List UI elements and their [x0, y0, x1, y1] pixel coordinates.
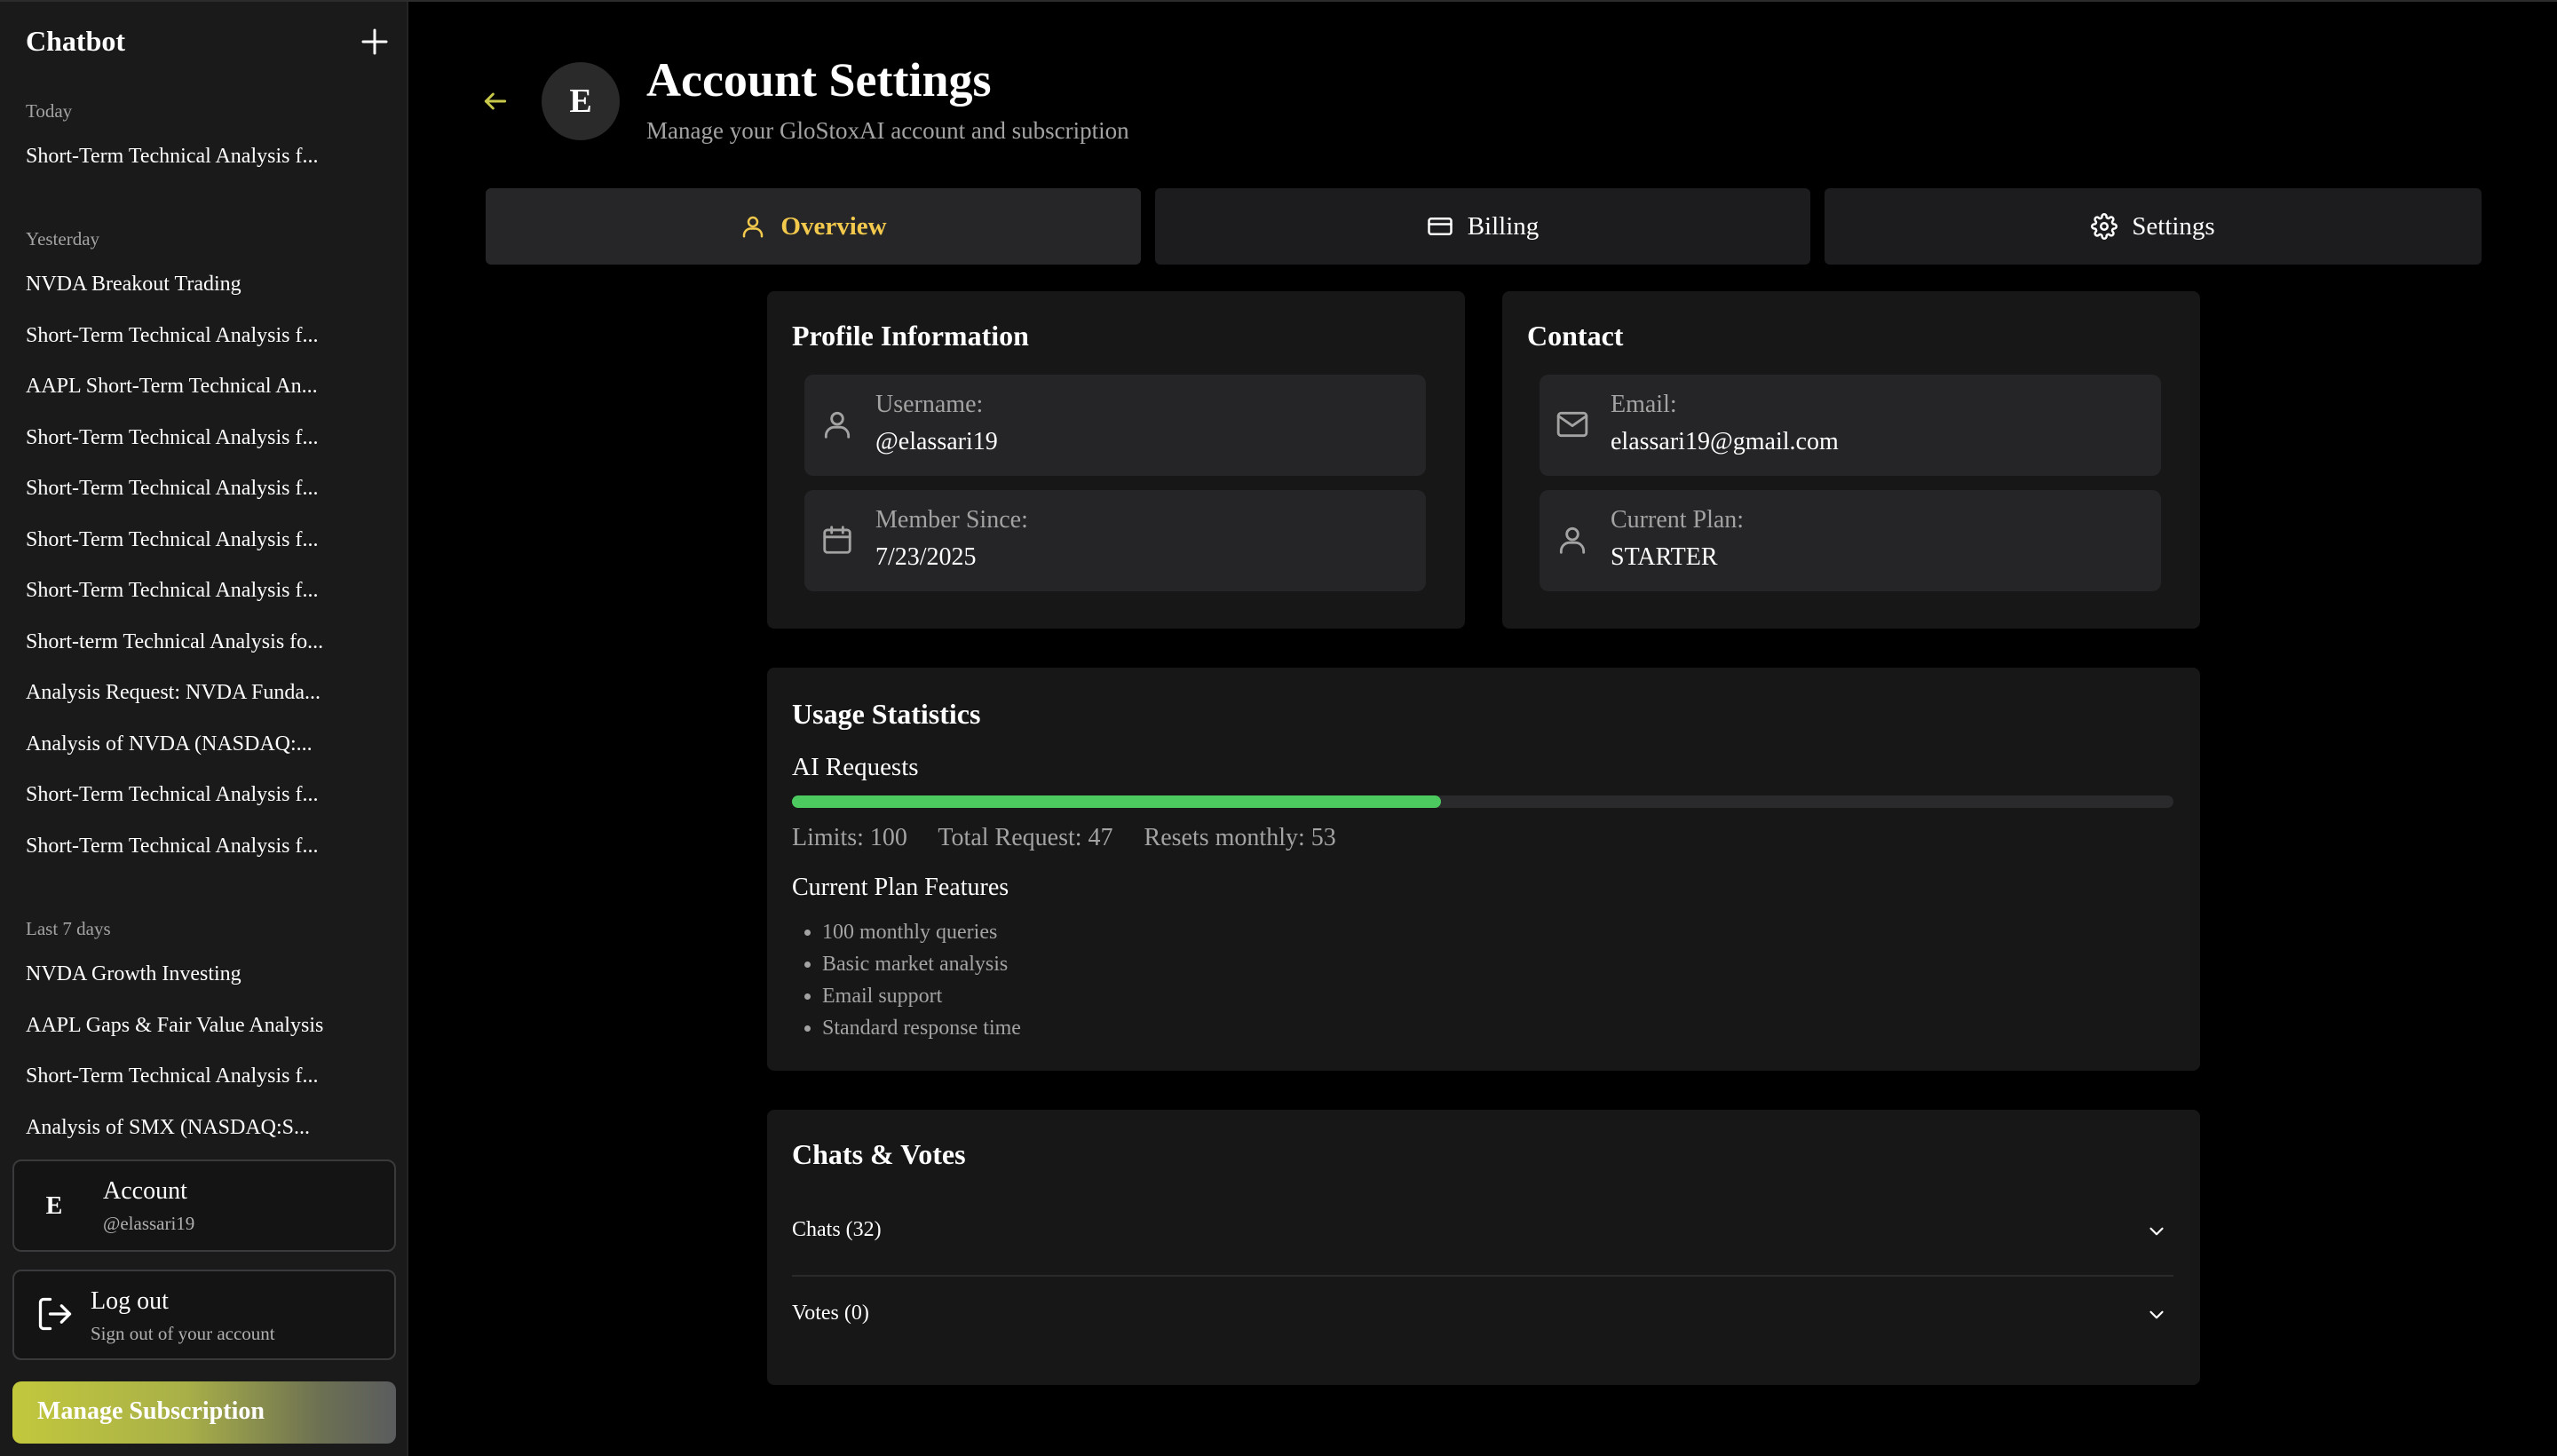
chat-history-item[interactable]: AAPL Gaps & Fair Value Analysis — [26, 1011, 345, 1040]
chat-history-item[interactable]: Short-Term Technical Analysis f... — [26, 142, 345, 170]
chat-history-item[interactable]: Analysis Request: NVDA Funda... — [26, 678, 345, 707]
chat-history-item[interactable]: NVDA Breakout Trading — [26, 270, 345, 298]
chat-history-item[interactable]: Analysis of SMX (NASDAQ:S... — [26, 1113, 345, 1142]
tab-settings[interactable]: Settings — [1825, 188, 2482, 265]
tab-label: Billing — [1467, 211, 1540, 241]
contact-card-title: Contact — [1527, 320, 1624, 352]
member-since-value: 7/23/2025 — [875, 543, 977, 571]
chat-history-item[interactable]: Short-Term Technical Analysis f... — [26, 474, 345, 502]
chat-history-item[interactable]: Short-Term Technical Analysis f... — [26, 832, 345, 860]
contact-card: Contact Email: elassari19@gmail.com Curr… — [1502, 291, 2200, 629]
logout-label: Log out — [91, 1287, 169, 1315]
group-label-last-7-days: Last 7 days — [26, 918, 111, 939]
chats-accordion[interactable]: Chats (32) — [792, 1200, 2173, 1264]
gear-icon — [2091, 213, 2118, 240]
username-field: Username: @elassari19 — [804, 375, 1426, 476]
votes-accordion-label: Votes (0) — [792, 1302, 869, 1325]
calendar-icon — [823, 526, 851, 554]
email-field: Email: elassari19@gmail.com — [1540, 375, 2161, 476]
plan-features-title: Current Plan Features — [792, 874, 1009, 901]
tab-overview[interactable]: Overview — [486, 188, 1141, 265]
user-icon — [1559, 526, 1586, 554]
manage-subscription-button[interactable]: Manage Subscription — [12, 1381, 396, 1444]
chat-history-item[interactable]: NVDA Growth Investing — [26, 960, 345, 988]
mail-icon — [1556, 411, 1588, 438]
user-icon — [743, 216, 764, 238]
sidebar-title: Chatbot — [26, 25, 126, 57]
chat-history-item[interactable]: Short-Term Technical Analysis f... — [26, 423, 345, 452]
member-since-label: Member Since: — [875, 506, 1028, 534]
list-item: 100 monthly queries — [822, 916, 1021, 948]
plus-icon — [361, 28, 388, 55]
tab-billing[interactable]: Billing — [1155, 188, 1810, 265]
chat-history-item[interactable]: Short-Term Technical Analysis f... — [26, 526, 345, 554]
list-item: Basic market analysis — [822, 948, 1021, 980]
new-chat-button[interactable] — [360, 27, 390, 57]
plan-features-list: 100 monthly queries Basic market analysi… — [822, 916, 1021, 1044]
user-icon — [824, 411, 851, 439]
limits-text: Limits: 100 — [792, 824, 907, 851]
ai-requests-label: AI Requests — [792, 753, 919, 781]
chevron-down-icon — [2149, 1310, 2164, 1319]
log-out-icon — [38, 1297, 72, 1331]
resets-text: Resets monthly: 53 — [1144, 824, 1336, 851]
app-window: Chatbot Today Short-Term Technical Analy… — [0, 0, 2557, 1456]
chat-history-item[interactable]: Short-term Technical Analysis fo... — [26, 628, 345, 656]
chevron-down-icon — [2149, 1227, 2164, 1236]
profile-card-title: Profile Information — [792, 320, 1029, 352]
logout-subtitle: Sign out of your account — [91, 1323, 275, 1344]
ai-requests-progress-bar — [792, 795, 2173, 808]
tab-label: Overview — [780, 211, 887, 241]
account-card[interactable]: E Account @elassari19 — [12, 1159, 396, 1252]
email-label: Email: — [1611, 391, 1677, 418]
chats-accordion-label: Chats (32) — [792, 1218, 882, 1241]
chat-history-item[interactable]: Short-Term Technical Analysis f... — [26, 1062, 345, 1090]
usage-statistics-card: Usage Statistics AI Requests Limits: 100… — [767, 668, 2200, 1071]
page-title: Account Settings — [646, 53, 992, 107]
ai-requests-progress-fill — [792, 795, 1442, 808]
usage-stats-row: Limits: 100 Total Request: 47 Resets mon… — [792, 824, 1361, 852]
votes-accordion[interactable]: Votes (0) — [792, 1284, 2173, 1348]
username-label: Username: — [875, 391, 984, 418]
list-item: Email support — [822, 980, 1021, 1012]
avatar: E — [45, 1192, 63, 1220]
credit-card-icon — [1427, 218, 1453, 235]
chat-history-item[interactable]: Short-Term Technical Analysis f... — [26, 780, 345, 809]
header-avatar: E — [542, 62, 620, 140]
group-label-yesterday: Yesterday — [26, 228, 100, 249]
chat-history-item[interactable]: Analysis of NVDA (NASDAQ:... — [26, 730, 345, 758]
logout-button[interactable]: Log out Sign out of your account — [12, 1270, 396, 1360]
profile-card: Profile Information Username: @elassari1… — [767, 291, 1465, 629]
member-since-field: Member Since: 7/23/2025 — [804, 490, 1426, 591]
main-content: E Account Settings Manage your GloStoxAI… — [410, 2, 2557, 1456]
chat-history-item[interactable]: Short-Term Technical Analysis f... — [26, 321, 345, 350]
divider — [792, 1275, 2173, 1277]
back-arrow-icon[interactable] — [481, 87, 510, 115]
chat-history-item[interactable]: Short-Term Technical Analysis f... — [26, 576, 345, 605]
email-value: elassari19@gmail.com — [1611, 428, 1839, 455]
chats-votes-title: Chats & Votes — [792, 1138, 966, 1170]
account-handle: @elassari19 — [103, 1213, 195, 1234]
sidebar: Chatbot Today Short-Term Technical Analy… — [0, 2, 408, 1456]
chat-history-item[interactable]: AAPL Short-Term Technical An... — [26, 372, 345, 400]
current-plan-label: Current Plan: — [1611, 506, 1745, 534]
list-item: Standard response time — [822, 1012, 1021, 1044]
page-subtitle: Manage your GloStoxAI account and subscr… — [646, 117, 1129, 144]
sidebar-header: Chatbot — [26, 21, 390, 60]
username-value: @elassari19 — [875, 428, 998, 455]
account-label: Account — [103, 1177, 187, 1205]
usage-card-title: Usage Statistics — [792, 698, 981, 730]
chats-votes-card: Chats & Votes Chats (32) Votes (0) — [767, 1110, 2200, 1385]
manage-subscription-label: Manage Subscription — [37, 1397, 265, 1425]
current-plan-field: Current Plan: STARTER — [1540, 490, 2161, 591]
tab-label: Settings — [2132, 211, 2215, 241]
total-requests-text: Total Request: 47 — [938, 824, 1113, 851]
current-plan-value: STARTER — [1611, 543, 1718, 571]
group-label-today: Today — [26, 100, 73, 122]
